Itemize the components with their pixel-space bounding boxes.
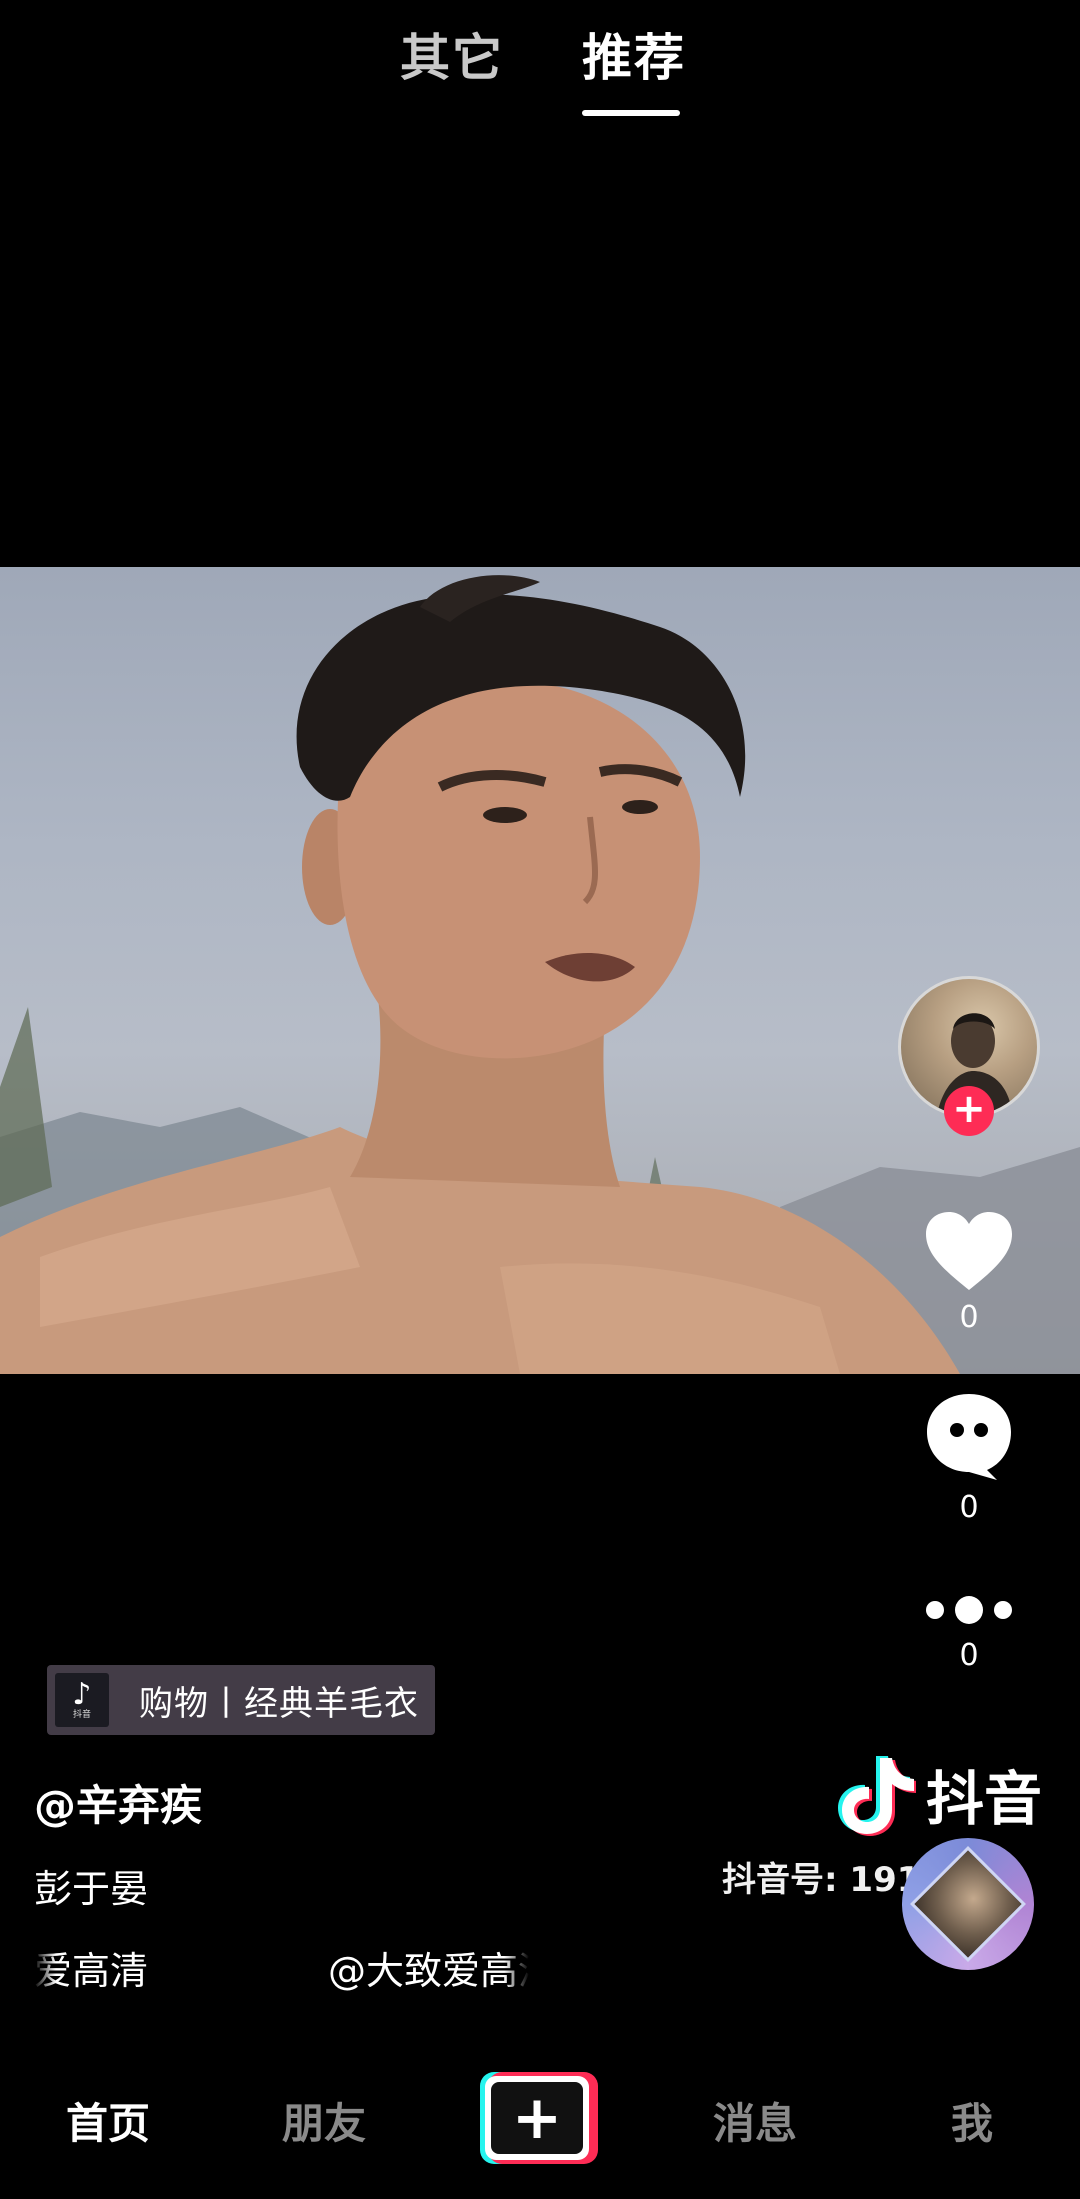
music-cover bbox=[910, 1846, 1026, 1962]
watermark-brand: 抖音 bbox=[926, 1765, 1043, 1833]
follow-button[interactable]: + bbox=[944, 1086, 994, 1136]
comment-action[interactable]: 0 bbox=[898, 1390, 1040, 1525]
more-dots-icon bbox=[926, 1596, 1012, 1624]
heart-icon bbox=[926, 1212, 1012, 1290]
share-action[interactable]: 0 bbox=[898, 1590, 1040, 1673]
shopping-tag-text: 购物丨经典羊毛衣 bbox=[139, 1683, 419, 1724]
create-button[interactable]: + bbox=[480, 2072, 598, 2164]
nav-messages[interactable]: 消息 bbox=[713, 2090, 797, 2151]
like-count: 0 bbox=[959, 1300, 979, 1335]
tiktok-note-icon: ♪ bbox=[72, 1677, 92, 1712]
description-scroll-right: @大致爱高清 bbox=[328, 1949, 529, 1992]
tab-other[interactable]: 其它 bbox=[400, 18, 504, 90]
nav-home[interactable]: 首页 bbox=[66, 2090, 150, 2151]
top-tabs: 其它 推荐 bbox=[0, 18, 1080, 128]
comment-icon bbox=[927, 1394, 1011, 1480]
shop-logo: ♪ 抖音 bbox=[55, 1673, 109, 1727]
tiktok-logo-icon bbox=[838, 1756, 916, 1836]
nav-me[interactable]: 我 bbox=[951, 2090, 993, 2151]
shopping-tag[interactable]: ♪ 抖音 购物丨经典羊毛衣 bbox=[47, 1665, 435, 1735]
description-line-2: 爱高清 @大致爱高清 bbox=[34, 1940, 529, 1992]
like-action[interactable]: 0 bbox=[898, 1210, 1040, 1335]
tab-recommended[interactable]: 推荐 bbox=[582, 18, 686, 90]
plus-icon: + bbox=[952, 1086, 986, 1132]
description-scroll-left: 爱高清 bbox=[34, 1949, 149, 1992]
music-disc[interactable] bbox=[902, 1838, 1034, 1970]
author-name[interactable]: @辛弃疾 bbox=[34, 1772, 202, 1833]
watermark-logo: 抖音 bbox=[836, 1752, 1042, 1836]
share-count: 0 bbox=[959, 1638, 979, 1673]
description-line-1: 彭于晏 bbox=[34, 1867, 149, 1911]
plus-icon: + bbox=[491, 2082, 583, 2154]
feed-screen: 其它 推荐 + 0 0 0 ♪ 抖音 购物丨经典羊毛衣 @辛弃疾 彭于晏 爱高清… bbox=[0, 0, 1080, 2199]
active-tab-indicator bbox=[582, 110, 680, 116]
bottom-nav: 首页 朋友 + 消息 我 bbox=[0, 2060, 1080, 2180]
nav-friends[interactable]: 朋友 bbox=[282, 2090, 366, 2151]
comment-count: 0 bbox=[959, 1490, 979, 1525]
shop-logo-caption: 抖音 bbox=[72, 1710, 91, 1720]
